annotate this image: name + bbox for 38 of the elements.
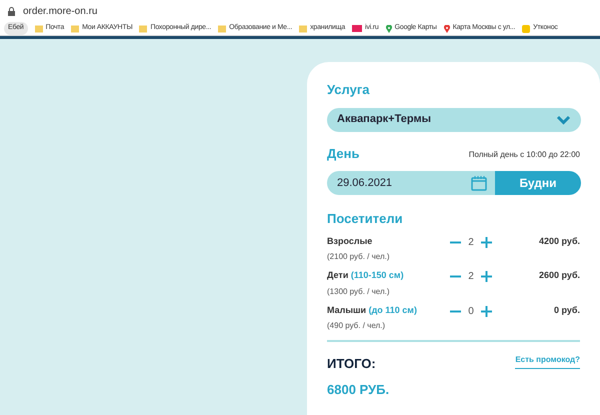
- calendar-icon: [471, 176, 487, 190]
- folder-icon: [34, 24, 43, 32]
- folder-icon: [139, 24, 148, 32]
- quantity-value: 2: [467, 236, 475, 250]
- total-amount: 6800 РУБ.: [327, 380, 390, 398]
- chevron-down-icon: [556, 114, 571, 124]
- plus-icon[interactable]: [481, 236, 492, 248]
- row-total: 2600 руб.: [539, 269, 580, 282]
- quantity-value: 2: [467, 270, 475, 284]
- date-field[interactable]: 29.06.2021: [327, 171, 495, 195]
- visitor-type: Дети: [327, 270, 348, 280]
- visitor-type: Малыши: [327, 304, 366, 314]
- row-total: 4200 руб.: [539, 234, 580, 248]
- map-pin-icon: [444, 24, 450, 32]
- service-dropdown[interactable]: Аквапарк+Термы: [327, 108, 581, 132]
- unit-price: (490 руб. / чел.): [327, 320, 386, 332]
- folder-icon: [71, 24, 80, 32]
- height-note: (до 110 см): [368, 304, 417, 314]
- section-title: Услуга: [327, 81, 370, 99]
- section-title: Посетители: [327, 210, 404, 228]
- total-label: ИТОГО:: [327, 355, 377, 373]
- unit-price: (1300 руб. / чел.): [327, 286, 391, 298]
- folder-icon: [218, 24, 226, 32]
- folder-icon: [299, 24, 308, 32]
- plus-icon[interactable]: [481, 306, 492, 316]
- ivi-logo-icon: [352, 25, 362, 32]
- section-title: День: [327, 144, 360, 163]
- height-note: (110-150 см): [350, 270, 404, 280]
- unit-price: (2100 руб. / чел.): [327, 251, 391, 263]
- plus-icon[interactable]: [481, 271, 492, 282]
- address-bar[interactable]: order.more-on.ru: [23, 4, 98, 18]
- row-total: 0 руб.: [554, 304, 580, 317]
- quantity-value: 0: [467, 304, 475, 318]
- map-pin-icon: [386, 24, 392, 32]
- lock-icon: [8, 6, 15, 16]
- hours-text: Полный день с 10:00 до 22:00: [468, 149, 580, 161]
- duck-logo-icon: [522, 24, 530, 32]
- visitor-type: Взрослые: [327, 236, 372, 246]
